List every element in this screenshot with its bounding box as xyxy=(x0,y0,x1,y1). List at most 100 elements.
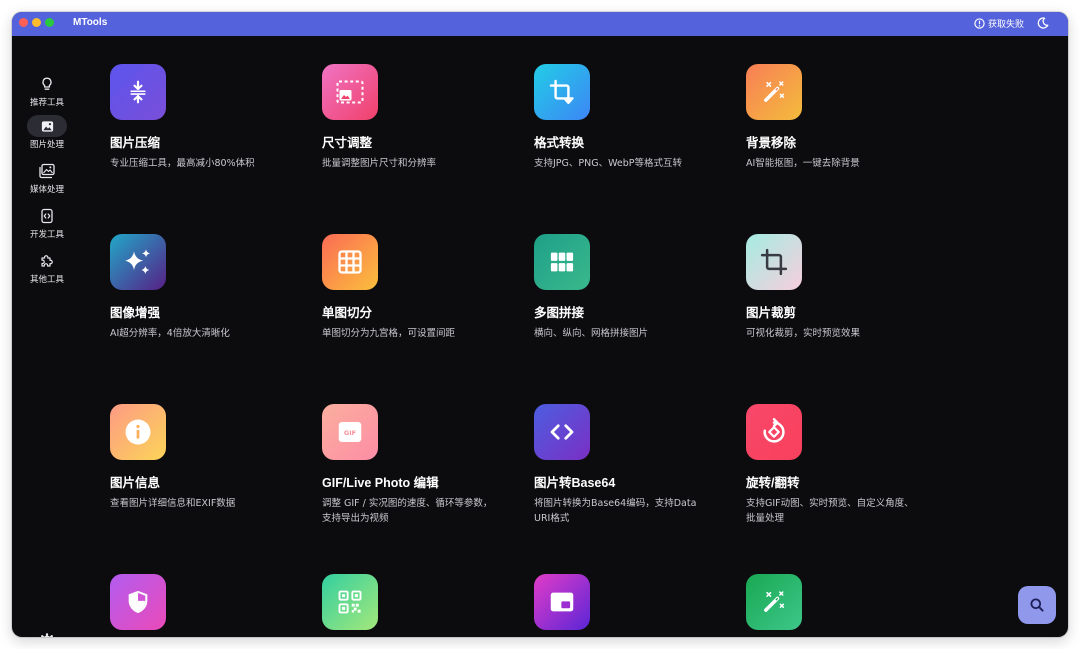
tool-icon-tile xyxy=(110,404,166,460)
tool-description: 将图片转换为Base64编码，支持Data URI格式 xyxy=(534,498,697,524)
tool-icon-tile xyxy=(534,574,590,630)
tool-card-row4-1[interactable] xyxy=(110,574,310,630)
crop-convert-icon xyxy=(549,79,574,105)
magic-wand-icon xyxy=(764,591,785,612)
code-icon xyxy=(550,424,574,440)
tool-title: 图片压缩 xyxy=(110,136,161,150)
sidebar-item-other-tools[interactable]: 其他工具 xyxy=(25,250,69,290)
tool-title: 单图切分 xyxy=(322,306,373,320)
tool-card-row4-4[interactable] xyxy=(746,574,946,630)
tool-icon-tile xyxy=(322,574,378,630)
sidebar-item-label: 图片处理 xyxy=(29,140,64,150)
search-icon xyxy=(1030,598,1044,612)
zoom-window-button[interactable] xyxy=(45,18,54,27)
tool-description: 查看图片详细信息和EXIF数据 xyxy=(110,498,236,509)
sidebar-item-media[interactable]: 媒体处理 xyxy=(25,160,69,200)
tool-title: 多图拼接 xyxy=(534,306,585,320)
tool-card-row4-3[interactable] xyxy=(534,574,734,630)
gif-icon-text: GIF xyxy=(344,429,356,437)
tool-card-format-convert[interactable]: 格式转换 支持JPG、PNG、WebP等格式互转 xyxy=(534,64,734,214)
tool-icon-tile xyxy=(110,64,166,120)
status-label: 获取失败 xyxy=(988,20,1025,30)
sidebar-item-label: 其他工具 xyxy=(29,275,64,285)
qr-code-icon xyxy=(338,590,362,614)
tool-card-row4-2[interactable] xyxy=(322,574,522,630)
gear-icon[interactable] xyxy=(38,632,56,637)
minimize-window-button[interactable] xyxy=(32,18,41,27)
tool-description: 调整 GIF / 实况图的速度、循环等参数，支持导出为视频 xyxy=(322,498,493,524)
tool-description: AI超分辨率，4倍放大清晰化 xyxy=(110,328,230,339)
tool-card-background-remove[interactable]: 背景移除 AI智能抠图，一键去除背景 xyxy=(746,64,946,214)
magic-wand-icon xyxy=(764,81,785,102)
tool-description: AI智能抠图，一键去除背景 xyxy=(746,158,860,169)
tool-card-image-to-base64[interactable]: 图片转Base64 将图片转换为Base64编码，支持Data URI格式 xyxy=(534,404,734,554)
tool-title: 图像增强 xyxy=(110,306,161,320)
tool-card-single-split[interactable]: 单图切分 单图切分为九宫格，可设置间距 xyxy=(322,234,522,384)
tool-icon-tile xyxy=(534,64,590,120)
tool-icon-tile xyxy=(110,574,166,630)
tool-card-rotate-flip[interactable]: 旋转/翻转 支持GIF动图、实时预览、自定义角度、批量处理 xyxy=(746,404,946,554)
picture-in-picture-icon xyxy=(550,592,574,612)
tool-description: 专业压缩工具，最高减小80%体积 xyxy=(110,158,255,169)
tool-icon-tile xyxy=(746,234,802,290)
tool-card-image-enhance[interactable]: 图像增强 AI超分辨率，4倍放大清晰化 xyxy=(110,234,310,384)
title-bar: MTools 获取失败 xyxy=(12,12,1068,36)
tool-card-image-compress[interactable]: 图片压缩 专业压缩工具，最高减小80%体积 xyxy=(110,64,310,214)
tool-icon-tile xyxy=(746,404,802,460)
moon-icon[interactable] xyxy=(1036,16,1050,30)
tool-card-resize[interactable]: 尺寸调整 批量调整图片尺寸和分辨率 xyxy=(322,64,522,214)
tool-icon-tile xyxy=(534,234,590,290)
tool-card-gif-live-photo[interactable]: GIF GIF/Live Photo 编辑 调整 GIF / 实况图的速度、循环… xyxy=(322,404,522,554)
tool-title: 图片转Base64 xyxy=(534,476,616,490)
lightbulb-icon xyxy=(42,77,52,90)
tool-description: 支持JPG、PNG、WebP等格式互转 xyxy=(534,158,683,169)
app-window: MTools 获取失败 推荐工具 图片处理 媒体处理 开发工具 其他工具 图片压… xyxy=(12,12,1068,637)
search-button[interactable] xyxy=(1018,586,1056,624)
tool-icon-tile: GIF xyxy=(322,404,378,460)
tool-icon-tile xyxy=(322,234,378,290)
puzzle-icon xyxy=(41,255,53,267)
sidebar-item-label: 媒体处理 xyxy=(29,185,64,195)
tool-icon-tile xyxy=(746,64,802,120)
sidebar-item-image-processing[interactable]: 图片处理 xyxy=(25,115,69,155)
tool-card-image-info[interactable]: 图片信息 查看图片详细信息和EXIF数据 xyxy=(110,404,310,554)
tool-description: 可视化裁剪，实时预览效果 xyxy=(746,328,861,339)
tool-title: 图片裁剪 xyxy=(746,306,797,320)
app-title: MTools xyxy=(73,17,108,28)
status-button[interactable]: 获取失败 xyxy=(974,17,1024,30)
tool-title: GIF/Live Photo 编辑 xyxy=(322,476,439,490)
compress-icon xyxy=(130,80,146,104)
info-icon xyxy=(125,419,151,445)
tool-icon-tile xyxy=(110,234,166,290)
collage-icon xyxy=(550,252,574,272)
tool-title: 格式转换 xyxy=(534,136,585,150)
code-file-icon xyxy=(41,208,53,224)
tool-card-multi-stitch[interactable]: 多图拼接 横向、纵向、网格拼接图片 xyxy=(534,234,734,384)
tool-title: 尺寸调整 xyxy=(322,136,373,150)
sidebar-item-label: 开发工具 xyxy=(29,230,64,240)
sidebar-item-recommended[interactable]: 推荐工具 xyxy=(25,73,69,113)
shield-icon xyxy=(128,590,148,614)
grid-icon xyxy=(338,250,362,274)
tool-description: 批量调整图片尺寸和分辨率 xyxy=(322,158,437,169)
crop-icon xyxy=(760,248,788,276)
tool-card-image-crop[interactable]: 图片裁剪 可视化裁剪，实时预览效果 xyxy=(746,234,946,384)
tool-icon-tile xyxy=(534,404,590,460)
tool-icon-tile xyxy=(746,574,802,630)
alert-circle-icon xyxy=(974,18,985,29)
tool-description: 单图切分为九宫格，可设置间距 xyxy=(322,328,456,339)
sidebar-item-label: 推荐工具 xyxy=(29,98,64,108)
gallery-icon xyxy=(39,163,55,179)
close-window-button[interactable] xyxy=(19,18,28,27)
sidebar-item-dev-tools[interactable]: 开发工具 xyxy=(25,205,69,245)
tool-title: 背景移除 xyxy=(746,136,797,150)
tool-icon-tile xyxy=(322,64,378,120)
sparkles-icon xyxy=(124,249,150,274)
tool-description: 支持GIF动图、实时预览、自定义角度、批量处理 xyxy=(746,498,914,524)
image-icon xyxy=(41,120,53,132)
rotate-icon xyxy=(763,418,785,443)
resize-icon xyxy=(336,80,364,104)
gif-icon: GIF xyxy=(338,422,362,442)
tool-title: 图片信息 xyxy=(110,476,161,490)
tool-title: 旋转/翻转 xyxy=(746,476,800,490)
